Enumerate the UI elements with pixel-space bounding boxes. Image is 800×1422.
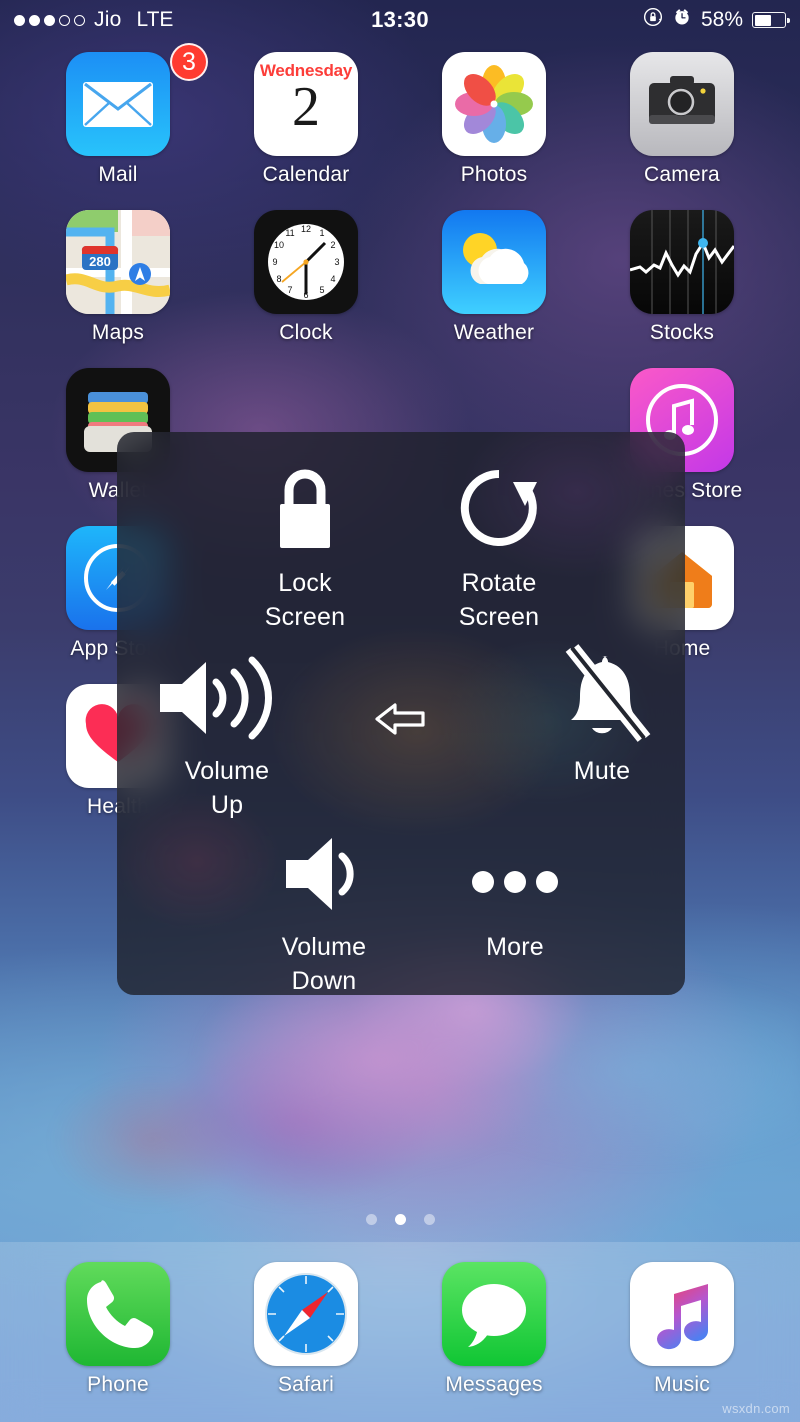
menu-item-label-line2: Up	[211, 790, 243, 820]
svg-text:9: 9	[272, 257, 277, 267]
svg-text:10: 10	[274, 240, 284, 250]
calendar-day-number: 2	[292, 78, 320, 136]
svg-text:1: 1	[319, 228, 324, 238]
dock-item-label: Music	[654, 1373, 710, 1397]
status-bar-left: Jio LTE	[14, 8, 173, 32]
app-icon-camera[interactable]: Camera	[588, 52, 776, 187]
calendar-icon: Wednesday 2	[254, 52, 358, 156]
menu-item-label-line1: Rotate	[462, 568, 537, 598]
assistive-touch-volume-up-button[interactable]: Volume Up	[127, 644, 327, 820]
camera-icon	[630, 52, 734, 156]
iphone-home-screen: Jio LTE 13:30	[0, 0, 800, 1422]
svg-text:12: 12	[301, 224, 311, 234]
page-dot-active[interactable]	[395, 1214, 406, 1225]
assistive-touch-mute-button[interactable]: Mute	[502, 644, 685, 786]
dock-item-label: Messages	[445, 1373, 542, 1397]
safari-icon	[254, 1262, 358, 1366]
messages-icon	[442, 1262, 546, 1366]
page-dot[interactable]	[366, 1214, 377, 1225]
clock-icon: 1212 345 678 91011	[254, 210, 358, 314]
svg-text:2: 2	[330, 240, 335, 250]
menu-item-label-line1: Mute	[574, 756, 630, 786]
carrier-name: Jio	[94, 8, 121, 32]
menu-item-label-line1: Volume	[282, 932, 367, 962]
music-icon	[630, 1262, 734, 1366]
svg-text:4: 4	[330, 274, 335, 284]
assistive-touch-menu[interactable]: Lock Screen Rotate Screen	[117, 432, 685, 995]
dock: Phone Safari	[0, 1242, 800, 1422]
status-bar-right: 58%	[643, 7, 786, 33]
app-icon-maps[interactable]: 280 Maps	[24, 210, 212, 345]
svg-text:8: 8	[276, 274, 281, 284]
stocks-icon	[630, 210, 734, 314]
menu-item-label-line1: More	[486, 932, 544, 962]
app-icon-weather[interactable]: Weather	[400, 210, 588, 345]
dock-item-phone[interactable]: Phone	[24, 1262, 212, 1422]
mail-icon	[66, 52, 170, 156]
watermark: wsxdn.com	[722, 1401, 790, 1416]
app-label: Calendar	[263, 163, 350, 187]
dock-item-label: Phone	[87, 1373, 149, 1397]
svg-text:7: 7	[287, 285, 292, 295]
status-bar: Jio LTE 13:30	[0, 0, 800, 40]
app-label: Weather	[454, 321, 534, 345]
app-label: Maps	[92, 321, 144, 345]
rotate-arrow-icon	[451, 456, 547, 564]
assistive-touch-volume-down-button[interactable]: Volume Down	[224, 820, 424, 995]
network-type: LTE	[136, 8, 173, 32]
app-label: Stocks	[650, 321, 714, 345]
dock-item-label: Safari	[278, 1373, 334, 1397]
menu-item-label-line1: Lock	[278, 568, 332, 598]
dock-item-messages[interactable]: Messages	[400, 1262, 588, 1422]
app-icon-mail[interactable]: 3 Mail	[24, 52, 212, 187]
app-label: Clock	[279, 321, 333, 345]
bell-slash-icon	[542, 644, 662, 752]
page-indicator[interactable]	[0, 1214, 800, 1225]
phone-icon	[66, 1262, 170, 1366]
assistive-touch-lock-screen-button[interactable]: Lock Screen	[205, 456, 405, 632]
app-label: Photos	[461, 163, 528, 187]
dock-item-safari[interactable]: Safari	[212, 1262, 400, 1422]
ellipsis-icon	[460, 820, 570, 928]
app-icon-stocks[interactable]: Stocks	[588, 210, 776, 345]
battery-percent-label: 58%	[701, 8, 743, 32]
app-icon-calendar[interactable]: Wednesday 2 Calendar	[212, 52, 400, 187]
battery-icon	[752, 12, 786, 28]
mail-badge-count: 3	[170, 43, 208, 81]
page-dot[interactable]	[424, 1214, 435, 1225]
svg-text:3: 3	[334, 257, 339, 267]
menu-item-label-line1: Volume	[185, 756, 270, 786]
app-label: Camera	[644, 163, 720, 187]
assistive-touch-more-button[interactable]: More	[415, 820, 615, 962]
app-icon-clock[interactable]: 1212 345 678 91011 Clock	[212, 210, 400, 345]
padlock-icon	[260, 456, 350, 564]
alarm-clock-icon	[672, 7, 692, 33]
assistive-touch-rotate-screen-button[interactable]: Rotate Screen	[399, 456, 599, 632]
app-icon-photos[interactable]: Photos	[400, 52, 588, 187]
rotation-lock-icon	[643, 7, 663, 33]
speaker-low-icon	[272, 820, 376, 928]
menu-item-label-line2: Screen	[265, 602, 345, 632]
weather-icon	[442, 210, 546, 314]
back-arrow-icon[interactable]	[372, 690, 430, 748]
app-label: Mail	[98, 163, 137, 187]
speaker-waves-icon	[152, 644, 302, 752]
maps-icon: 280	[66, 210, 170, 314]
menu-item-label-line2: Screen	[459, 602, 539, 632]
signal-strength-icon	[14, 15, 85, 26]
dock-item-music[interactable]: Music	[588, 1262, 776, 1422]
svg-text:5: 5	[319, 285, 324, 295]
svg-text:280: 280	[89, 254, 111, 269]
menu-item-label-line2: Down	[292, 966, 357, 995]
photos-icon	[442, 52, 546, 156]
svg-text:11: 11	[285, 228, 294, 238]
